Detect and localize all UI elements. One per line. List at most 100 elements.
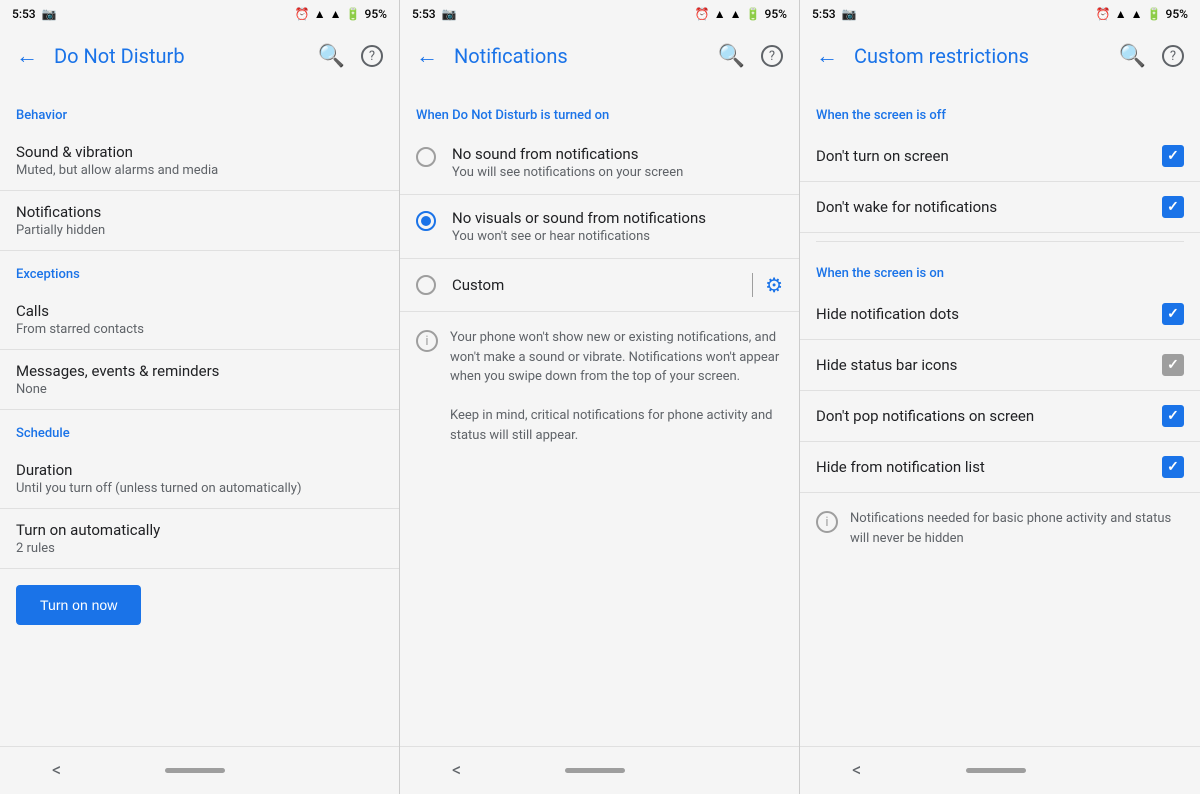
- checkbox-hide-dots[interactable]: Hide notification dots ✓: [800, 289, 1200, 340]
- time-1: 5:53: [12, 7, 36, 21]
- signal-icon-1: ▲: [330, 7, 342, 21]
- wifi-icon-3: ▲: [1115, 7, 1127, 21]
- turn-on-now-button[interactable]: Turn on now: [16, 585, 141, 625]
- radio-subtitle-no-visuals: You won't see or hear notifications: [452, 229, 706, 244]
- status-bar-2: 5:53 📷 ⏰ ▲ ▲ 🔋 95%: [400, 0, 799, 28]
- radio-text-custom: Custom ⚙: [452, 273, 783, 297]
- content-1: Behavior Sound & vibration Muted, but al…: [0, 84, 399, 746]
- top-bar-1: ← Do Not Disturb 🔍 ?: [0, 28, 399, 84]
- back-button-1[interactable]: ←: [16, 43, 38, 69]
- search-button-3[interactable]: 🔍: [1119, 44, 1146, 69]
- radio-circle-no-sound: [416, 147, 436, 167]
- checkbox-label-hide-list: Hide from notification list: [816, 458, 985, 476]
- radio-no-visuals[interactable]: No visuals or sound from notifications Y…: [400, 195, 799, 259]
- duration-subtitle: Until you turn off (unless turned on aut…: [16, 481, 383, 496]
- list-item-messages[interactable]: Messages, events & reminders None: [0, 350, 399, 410]
- wifi-icon-1: ▲: [314, 7, 326, 21]
- nav-bar-2: <: [400, 746, 799, 794]
- battery-pct-2: 95%: [765, 7, 787, 21]
- radio-circle-custom: [416, 275, 436, 295]
- section-off-title: When the screen is off: [800, 92, 1200, 131]
- checkbox-box-dont-wake: ✓: [1162, 196, 1184, 218]
- list-item-calls[interactable]: Calls From starred contacts: [0, 290, 399, 350]
- messages-title: Messages, events & reminders: [16, 362, 383, 380]
- info-box: i Your phone won't show new or existing …: [400, 312, 799, 461]
- check-mark-hide-list: ✓: [1167, 459, 1179, 475]
- nav-bar-1: <: [0, 746, 399, 794]
- alarm-icon-1: ⏰: [295, 7, 310, 21]
- notifications-title: Notifications: [16, 203, 383, 221]
- nav-back-2[interactable]: <: [452, 760, 461, 781]
- radio-title-no-visuals: No visuals or sound from notifications: [452, 209, 706, 227]
- list-item-notifications[interactable]: Notifications Partially hidden: [0, 191, 399, 251]
- custom-divider: [752, 273, 753, 297]
- list-item-sound-vibration[interactable]: Sound & vibration Muted, but allow alarm…: [0, 131, 399, 191]
- checkbox-label-dont-turn-on: Don't turn on screen: [816, 147, 949, 165]
- check-mark-hide-dots: ✓: [1167, 306, 1179, 322]
- turn-on-auto-subtitle: 2 rules: [16, 541, 383, 556]
- checkbox-box-hide-dots: ✓: [1162, 303, 1184, 325]
- check-mark-dont-turn-on: ✓: [1167, 148, 1179, 164]
- sound-vibration-subtitle: Muted, but allow alarms and media: [16, 163, 383, 178]
- battery-pct-1: 95%: [365, 7, 387, 21]
- nav-pill-3: [966, 768, 1026, 773]
- top-bar-3: ← Custom restrictions 🔍 ?: [800, 28, 1200, 84]
- checkbox-dont-wake[interactable]: Don't wake for notifications ✓: [800, 182, 1200, 233]
- wifi-icon-2: ▲: [714, 7, 726, 21]
- calls-title: Calls: [16, 302, 383, 320]
- photo-icon-3: 📷: [842, 7, 857, 21]
- checkbox-label-dont-wake: Don't wake for notifications: [816, 198, 997, 216]
- battery-pct-3: 95%: [1166, 7, 1188, 21]
- screen-do-not-disturb: 5:53 📷 ⏰ ▲ ▲ 🔋 95% ← Do Not Disturb 🔍 ? …: [0, 0, 400, 794]
- checkbox-box-dont-pop: ✓: [1162, 405, 1184, 427]
- checkbox-label-dont-pop: Don't pop notifications on screen: [816, 407, 1034, 425]
- search-button-2[interactable]: 🔍: [718, 44, 745, 69]
- time-2: 5:53: [412, 7, 436, 21]
- checkbox-dont-pop[interactable]: Don't pop notifications on screen ✓: [800, 391, 1200, 442]
- back-button-2[interactable]: ←: [416, 43, 438, 69]
- search-button-1[interactable]: 🔍: [318, 44, 345, 69]
- radio-text-no-sound: No sound from notifications You will see…: [452, 145, 683, 180]
- help-button-1[interactable]: ?: [361, 45, 383, 67]
- section-behavior-header: Behavior: [0, 92, 399, 131]
- photo-icon-2: 📷: [442, 7, 457, 21]
- content-3: When the screen is off Don't turn on scr…: [800, 84, 1200, 746]
- list-item-duration[interactable]: Duration Until you turn off (unless turn…: [0, 449, 399, 509]
- gear-icon[interactable]: ⚙: [765, 273, 783, 297]
- section-divider-3: [816, 241, 1184, 242]
- nav-bar-3: <: [800, 746, 1200, 794]
- nav-back-3[interactable]: <: [852, 760, 861, 781]
- radio-circle-no-visuals: [416, 211, 436, 231]
- checkbox-hide-status[interactable]: Hide status bar icons ✓: [800, 340, 1200, 391]
- duration-title: Duration: [16, 461, 383, 479]
- checkbox-box-hide-status: ✓: [1162, 354, 1184, 376]
- radio-custom[interactable]: Custom ⚙: [400, 259, 799, 312]
- checkbox-box-hide-list: ✓: [1162, 456, 1184, 478]
- info-text: Your phone won't show new or existing no…: [450, 328, 783, 445]
- back-button-3[interactable]: ←: [816, 43, 838, 69]
- checkbox-hide-list[interactable]: Hide from notification list ✓: [800, 442, 1200, 493]
- help-button-2[interactable]: ?: [761, 45, 783, 67]
- sound-vibration-title: Sound & vibration: [16, 143, 383, 161]
- section-exceptions-header: Exceptions: [0, 251, 399, 290]
- battery-icon-1: 🔋: [346, 7, 361, 21]
- page-title-1: Do Not Disturb: [54, 44, 302, 68]
- check-mark-hide-status: ✓: [1167, 357, 1179, 373]
- screen-custom-restrictions: 5:53 📷 ⏰ ▲ ▲ 🔋 95% ← Custom restrictions…: [800, 0, 1200, 794]
- content-2: When Do Not Disturb is turned on No soun…: [400, 84, 799, 746]
- alarm-icon-3: ⏰: [1096, 7, 1111, 21]
- radio-inner-no-visuals: [421, 216, 431, 226]
- nav-back-1[interactable]: <: [52, 760, 61, 781]
- battery-icon-3: 🔋: [1147, 7, 1162, 21]
- help-button-3[interactable]: ?: [1162, 45, 1184, 67]
- list-item-turn-on-auto[interactable]: Turn on automatically 2 rules: [0, 509, 399, 569]
- custom-row: Custom ⚙: [452, 273, 783, 297]
- check-mark-dont-pop: ✓: [1167, 408, 1179, 424]
- notifications-section-title: When Do Not Disturb is turned on: [400, 92, 799, 131]
- checkbox-label-hide-status: Hide status bar icons: [816, 356, 957, 374]
- checkbox-dont-turn-on[interactable]: Don't turn on screen ✓: [800, 131, 1200, 182]
- screen-notifications: 5:53 📷 ⏰ ▲ ▲ 🔋 95% ← Notifications 🔍 ? W…: [400, 0, 800, 794]
- radio-no-sound[interactable]: No sound from notifications You will see…: [400, 131, 799, 195]
- notifications-subtitle: Partially hidden: [16, 223, 383, 238]
- status-bar-1: 5:53 📷 ⏰ ▲ ▲ 🔋 95%: [0, 0, 399, 28]
